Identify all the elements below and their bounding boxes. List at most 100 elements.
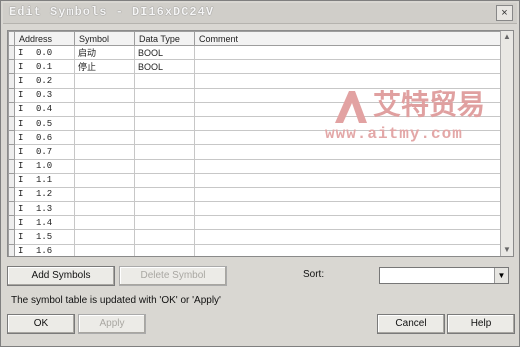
comment-cell[interactable] xyxy=(194,215,502,231)
address-cell[interactable]: I 1.1 xyxy=(14,172,75,188)
table-row[interactable]: I 1.5 xyxy=(8,229,502,245)
table-row[interactable]: I 1.6 xyxy=(8,243,502,257)
symbol-cell[interactable] xyxy=(74,158,135,174)
data-type-cell[interactable] xyxy=(134,87,195,103)
symbol-cell[interactable] xyxy=(74,73,135,89)
address-cell[interactable]: I 0.6 xyxy=(14,130,75,146)
symbol-cell[interactable] xyxy=(74,243,135,256)
edit-symbols-dialog: Edit Symbols - DI16xDC24V × Address Symb… xyxy=(0,0,520,347)
data-type-cell[interactable] xyxy=(134,172,195,188)
address-cell[interactable]: I 0.0 xyxy=(14,44,75,61)
data-type-cell[interactable] xyxy=(134,215,195,231)
chevron-down-icon[interactable]: ▼ xyxy=(494,268,508,283)
data-type-cell[interactable]: BOOL xyxy=(134,44,195,61)
data-type-cell[interactable] xyxy=(134,130,195,146)
address-cell[interactable]: I 0.2 xyxy=(14,73,75,89)
chevron-up-icon[interactable]: ▲ xyxy=(501,31,513,43)
address-cell[interactable]: I 1.3 xyxy=(14,201,75,217)
column-header-data-type[interactable]: Data Type xyxy=(134,31,195,46)
data-type-cell[interactable] xyxy=(134,101,195,117)
address-type: I xyxy=(18,132,24,143)
data-type-cell[interactable] xyxy=(134,115,195,132)
data-type-cell[interactable] xyxy=(134,201,195,217)
table-header: Address Symbol Data Type Comment xyxy=(8,31,502,46)
address-cell[interactable]: I 0.7 xyxy=(14,144,75,160)
delete-symbol-button[interactable]: Delete Symbol xyxy=(119,266,227,286)
data-type-cell[interactable] xyxy=(134,186,195,203)
comment-cell[interactable] xyxy=(194,172,502,188)
address-value: 0.3 xyxy=(36,90,53,101)
symbol-cell[interactable]: 停止 xyxy=(74,59,135,75)
address-type: I xyxy=(18,246,24,257)
comment-cell[interactable] xyxy=(194,44,502,61)
table-row[interactable]: I 0.0 启动 BOOL xyxy=(8,44,502,61)
chevron-down-icon[interactable]: ▼ xyxy=(501,244,513,256)
close-icon[interactable]: × xyxy=(496,5,513,21)
data-type-cell[interactable] xyxy=(134,158,195,174)
column-header-address[interactable]: Address xyxy=(14,31,75,46)
address-type: I xyxy=(18,232,24,243)
symbol-cell[interactable] xyxy=(74,87,135,103)
address-value: 1.6 xyxy=(36,246,53,257)
symbol-cell[interactable] xyxy=(74,186,135,203)
symbol-cell[interactable] xyxy=(74,115,135,132)
comment-cell[interactable] xyxy=(194,158,502,174)
window-title: Edit Symbols - DI16xDC24V xyxy=(9,5,215,19)
symbol-cell[interactable] xyxy=(74,144,135,160)
comment-cell[interactable] xyxy=(194,144,502,160)
table-row[interactable]: I 0.1 停止 BOOL xyxy=(8,59,502,75)
table-row[interactable]: I 1.3 xyxy=(8,201,502,217)
table-row[interactable]: I 1.2 xyxy=(8,186,502,203)
address-value: 0.7 xyxy=(36,146,53,157)
apply-button[interactable]: Apply xyxy=(78,314,146,334)
comment-cell[interactable] xyxy=(194,201,502,217)
table-row[interactable]: I 0.7 xyxy=(8,144,502,160)
watermark-logo xyxy=(335,91,367,123)
comment-cell[interactable] xyxy=(194,186,502,203)
column-header-comment[interactable]: Comment xyxy=(194,31,502,46)
symbol-cell[interactable] xyxy=(74,172,135,188)
table-row[interactable]: I 1.4 xyxy=(8,215,502,231)
watermark-text: 艾特贸易 xyxy=(373,88,486,121)
data-type-cell[interactable] xyxy=(134,73,195,89)
comment-cell[interactable] xyxy=(194,243,502,256)
address-cell[interactable]: I 1.6 xyxy=(14,243,75,257)
vertical-scrollbar[interactable]: ▲ ▼ xyxy=(500,31,513,256)
cancel-button[interactable]: Cancel xyxy=(377,314,445,334)
help-button[interactable]: Help xyxy=(447,314,515,334)
add-symbols-button[interactable]: Add Symbols xyxy=(7,266,115,286)
address-type: I xyxy=(18,61,24,72)
title-bar[interactable]: Edit Symbols - DI16xDC24V × xyxy=(3,3,517,24)
address-cell[interactable]: I 1.5 xyxy=(14,229,75,245)
address-cell[interactable]: I 0.4 xyxy=(14,101,75,117)
symbol-cell[interactable] xyxy=(74,201,135,217)
comment-cell[interactable] xyxy=(194,229,502,245)
address-value: 0.5 xyxy=(36,118,53,129)
address-value: 0.4 xyxy=(36,104,53,115)
ok-button[interactable]: OK xyxy=(7,314,75,334)
address-cell[interactable]: I 0.3 xyxy=(14,87,75,103)
column-header-symbol[interactable]: Symbol xyxy=(74,31,135,46)
address-cell[interactable]: I 0.1 xyxy=(14,59,75,75)
data-type-cell[interactable]: BOOL xyxy=(134,59,195,75)
address-type: I xyxy=(18,203,24,214)
table-row[interactable]: I 1.0 xyxy=(8,158,502,174)
address-cell[interactable]: I 1.2 xyxy=(14,186,75,203)
address-value: 1.4 xyxy=(36,217,53,228)
sort-dropdown[interactable]: ▼ xyxy=(379,267,509,284)
data-type-cell[interactable] xyxy=(134,229,195,245)
data-type-cell[interactable] xyxy=(134,144,195,160)
symbol-cell[interactable] xyxy=(74,130,135,146)
symbol-cell[interactable] xyxy=(74,229,135,245)
address-cell[interactable]: I 0.5 xyxy=(14,115,75,132)
symbol-cell[interactable]: 启动 xyxy=(74,44,135,61)
table-row[interactable]: I 1.1 xyxy=(8,172,502,188)
symbol-table: Address Symbol Data Type Comment I 0.0 启动 B… xyxy=(7,30,514,257)
symbol-cell[interactable] xyxy=(74,101,135,117)
address-cell[interactable]: I 1.4 xyxy=(14,215,75,231)
symbol-cell[interactable] xyxy=(74,215,135,231)
data-type-cell[interactable] xyxy=(134,243,195,256)
comment-cell[interactable] xyxy=(194,59,502,75)
address-cell[interactable]: I 1.0 xyxy=(14,158,75,174)
watermark-url: www.aitmy.com xyxy=(325,125,463,143)
